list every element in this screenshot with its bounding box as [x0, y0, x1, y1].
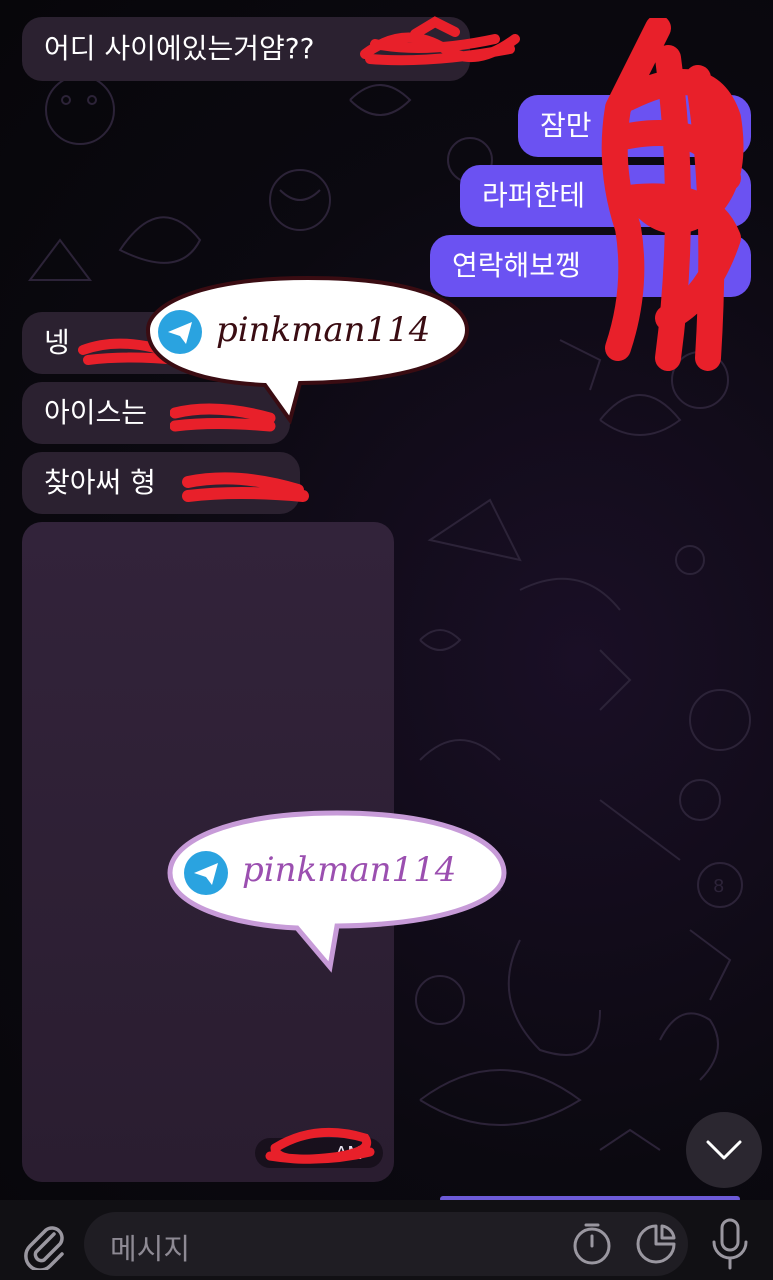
- telegram-logo: [158, 310, 202, 354]
- redaction-scribble: [601, 18, 744, 371]
- watermark-handle: pinkman114: [242, 850, 457, 890]
- chat-background: 8 어디 사이에있는거얌?? 잠만 라퍼한테 연락해보껭 넹 아이스는 찾아써 …: [0, 0, 773, 1200]
- sticker-icon[interactable]: [632, 1220, 680, 1268]
- redaction-scribble: [182, 472, 309, 502]
- attach-icon[interactable]: [18, 1218, 66, 1270]
- microphone-icon[interactable]: [708, 1216, 752, 1272]
- message-input-placeholder: 메시지: [110, 1232, 191, 1266]
- message-text: 아이스는: [44, 396, 148, 429]
- message-text: 어디 사이에있는거얌??: [44, 32, 315, 65]
- redaction-scribble: [360, 16, 520, 66]
- svg-text:8: 8: [713, 876, 724, 897]
- chevron-down-icon: [706, 1140, 742, 1160]
- message-text: 라퍼한테: [482, 179, 586, 212]
- message-text: 잠만: [540, 109, 592, 142]
- message-text: 찾아써 형: [44, 466, 156, 499]
- watermark-bubble: [167, 810, 507, 973]
- scroll-down-button[interactable]: [686, 1112, 762, 1188]
- timer-icon[interactable]: [570, 1220, 614, 1268]
- watermark-bubble: [145, 275, 470, 425]
- watermark-handle: pinkman114: [216, 310, 431, 350]
- message-text: 넹: [44, 326, 70, 359]
- redaction-scribble: [265, 1127, 375, 1164]
- telegram-logo: [184, 851, 228, 895]
